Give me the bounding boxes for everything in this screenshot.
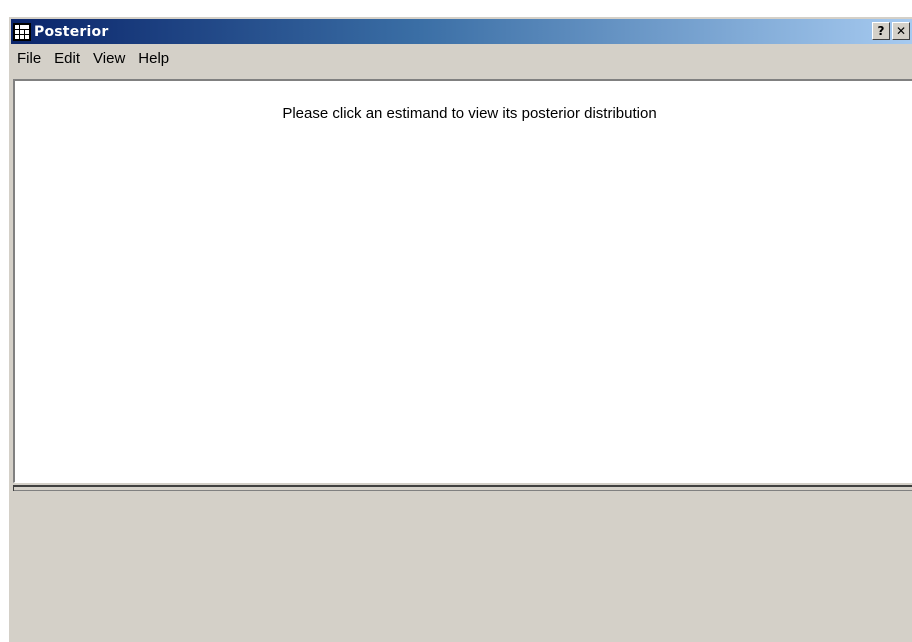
instruction-message: Please click an estimand to view its pos…: [282, 105, 657, 122]
posterior-window: Posterior ? ✕ File Edit View Help Please…: [8, 16, 912, 642]
menu-view[interactable]: View: [87, 50, 132, 67]
menu-edit[interactable]: Edit: [48, 50, 87, 67]
splitter-handle: [13, 487, 14, 491]
plot-area[interactable]: Please click an estimand to view its pos…: [13, 79, 912, 483]
pane-splitter[interactable]: [13, 485, 912, 491]
menu-file[interactable]: File: [11, 50, 48, 67]
menu-bar: File Edit View Help: [11, 46, 912, 70]
context-help-button[interactable]: ?: [872, 22, 890, 40]
close-button[interactable]: ✕: [892, 22, 910, 40]
window-title: Posterior: [34, 23, 109, 40]
title-bar[interactable]: Posterior ? ✕: [11, 19, 912, 44]
lower-pane: [13, 493, 912, 642]
menu-help[interactable]: Help: [132, 50, 176, 67]
grid-window-icon[interactable]: [13, 22, 31, 41]
title-buttons: ? ✕: [872, 22, 910, 40]
